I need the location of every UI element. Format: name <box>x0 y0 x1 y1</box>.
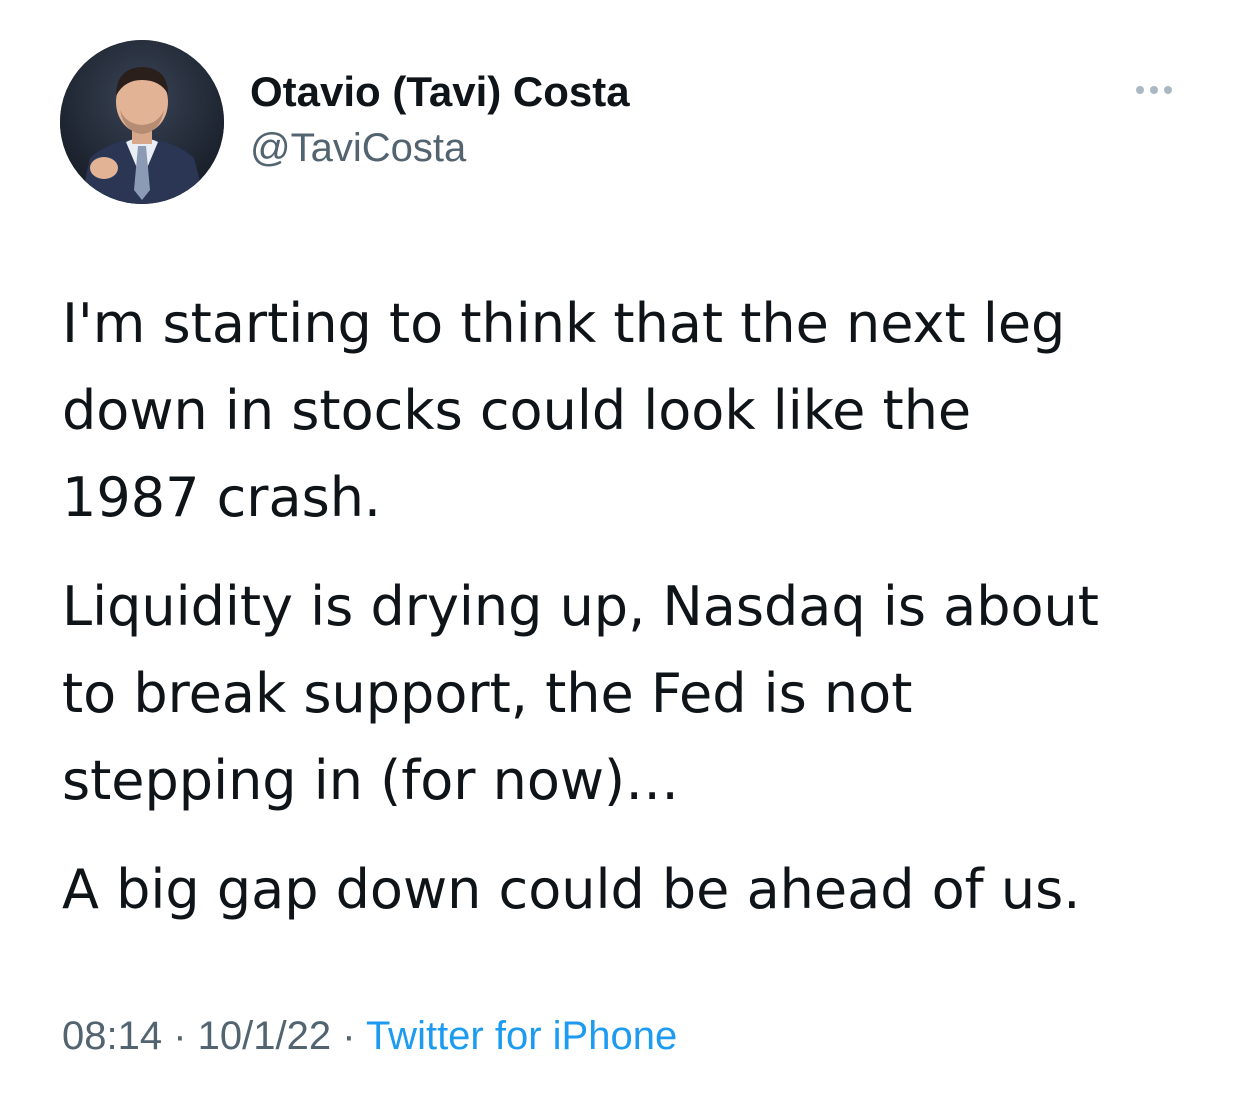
avatar[interactable] <box>60 40 224 204</box>
tweet-paragraph: A big gap down could be ahead of us. <box>62 858 1081 921</box>
meta-separator: · <box>162 1014 198 1058</box>
author-display-name[interactable]: Otavio (Tavi) Costa <box>250 66 630 118</box>
tweet-paragraph: I'm starting to think that the next leg … <box>62 292 1066 529</box>
tweet-time[interactable]: 08:14 <box>62 1014 162 1058</box>
more-options-button[interactable] <box>1124 74 1184 106</box>
tweet-date[interactable]: 10/1/22 <box>198 1014 331 1058</box>
tweet-paragraph: Liquidity is drying up, Nasdaq is about … <box>62 575 1099 812</box>
tweet-source-link[interactable]: Twitter for iPhone <box>366 1014 677 1058</box>
tweet-text: I'm starting to think that the next leg … <box>62 280 1202 955</box>
tweet-meta: 08:14 · 10/1/22 · Twitter for iPhone <box>62 1010 677 1062</box>
tweet-card: Otavio (Tavi) Costa @TaviCosta I'm start… <box>0 0 1242 1103</box>
ellipsis-icon <box>1150 86 1158 94</box>
ellipsis-icon <box>1136 86 1144 94</box>
meta-separator: · <box>331 1014 366 1058</box>
ellipsis-icon <box>1164 86 1172 94</box>
author-handle[interactable]: @TaviCosta <box>250 122 466 174</box>
profile-photo-icon <box>60 40 224 204</box>
